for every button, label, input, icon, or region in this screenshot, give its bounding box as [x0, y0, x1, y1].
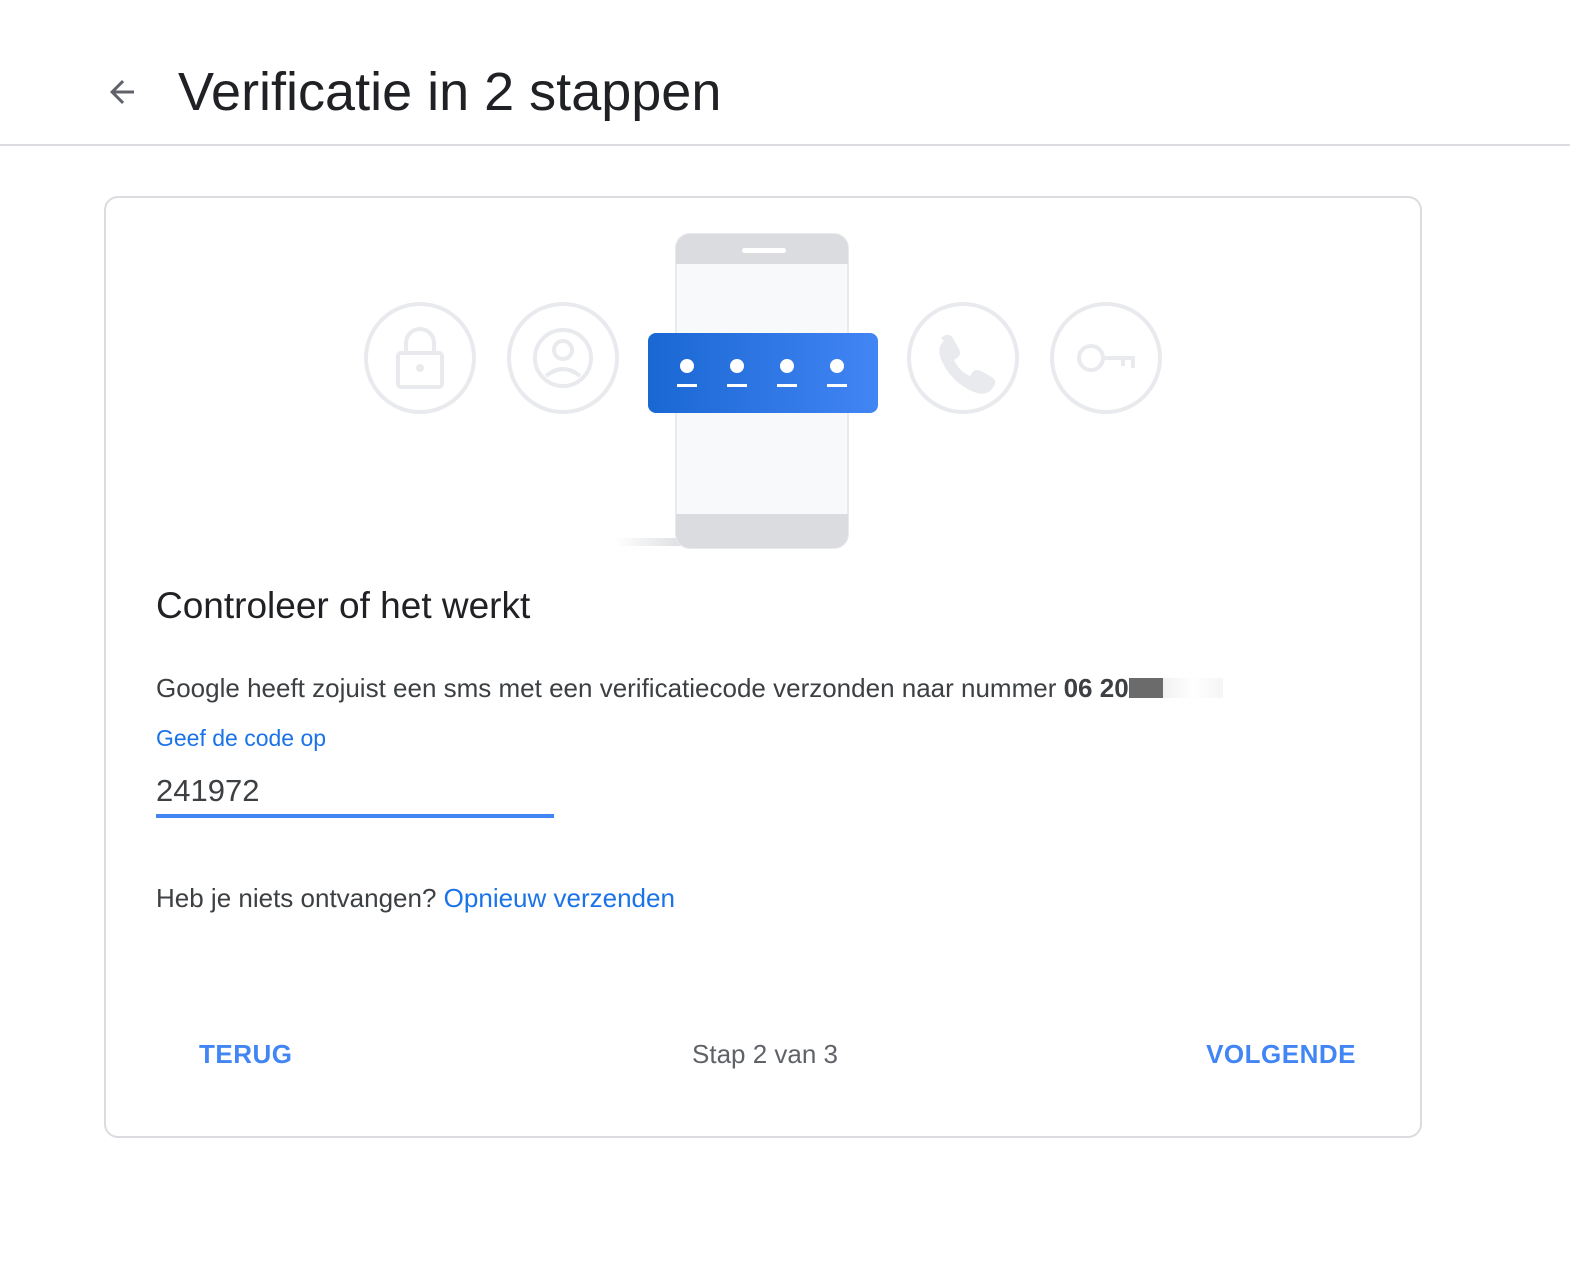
sms-description: Google heeft zojuist een sms met een ver… [156, 670, 1223, 706]
account-circle-icon [507, 302, 619, 414]
code-field[interactable] [156, 768, 554, 818]
card-title: Controleer of het werkt [156, 585, 531, 626]
key-icon [1050, 302, 1162, 414]
code-input-underline [156, 814, 554, 818]
code-input[interactable] [156, 768, 554, 814]
resend-row: Heb je niets ontvangen? Opnieuw verzende… [156, 880, 675, 916]
code-card-illustration [648, 333, 878, 413]
resend-prompt: Heb je niets ontvangen? [156, 883, 437, 913]
page-title: Verificatie in 2 stappen [178, 62, 722, 122]
back-button[interactable]: TERUG [199, 1036, 293, 1072]
phone-number: 06 20 [1063, 673, 1129, 703]
back-arrow-button[interactable] [96, 66, 148, 118]
redacted-number-blur [1162, 678, 1223, 699]
description-text: Google heeft zojuist een sms met een ver… [156, 673, 1064, 703]
next-button[interactable]: VOLGENDE [1206, 1036, 1356, 1072]
page-header: Verificatie in 2 stappen [0, 0, 1570, 146]
code-field-label: Geef de code op [156, 725, 327, 751]
phone-icon [907, 302, 1019, 414]
verification-card: Controleer of het werkt Google heeft zoj… [104, 196, 1422, 1138]
arrow-back-icon [110, 80, 134, 104]
illustration [106, 198, 1424, 558]
redacted-number [1128, 678, 1163, 699]
lock-icon [364, 302, 476, 414]
resend-link[interactable]: Opnieuw verzenden [444, 883, 675, 913]
